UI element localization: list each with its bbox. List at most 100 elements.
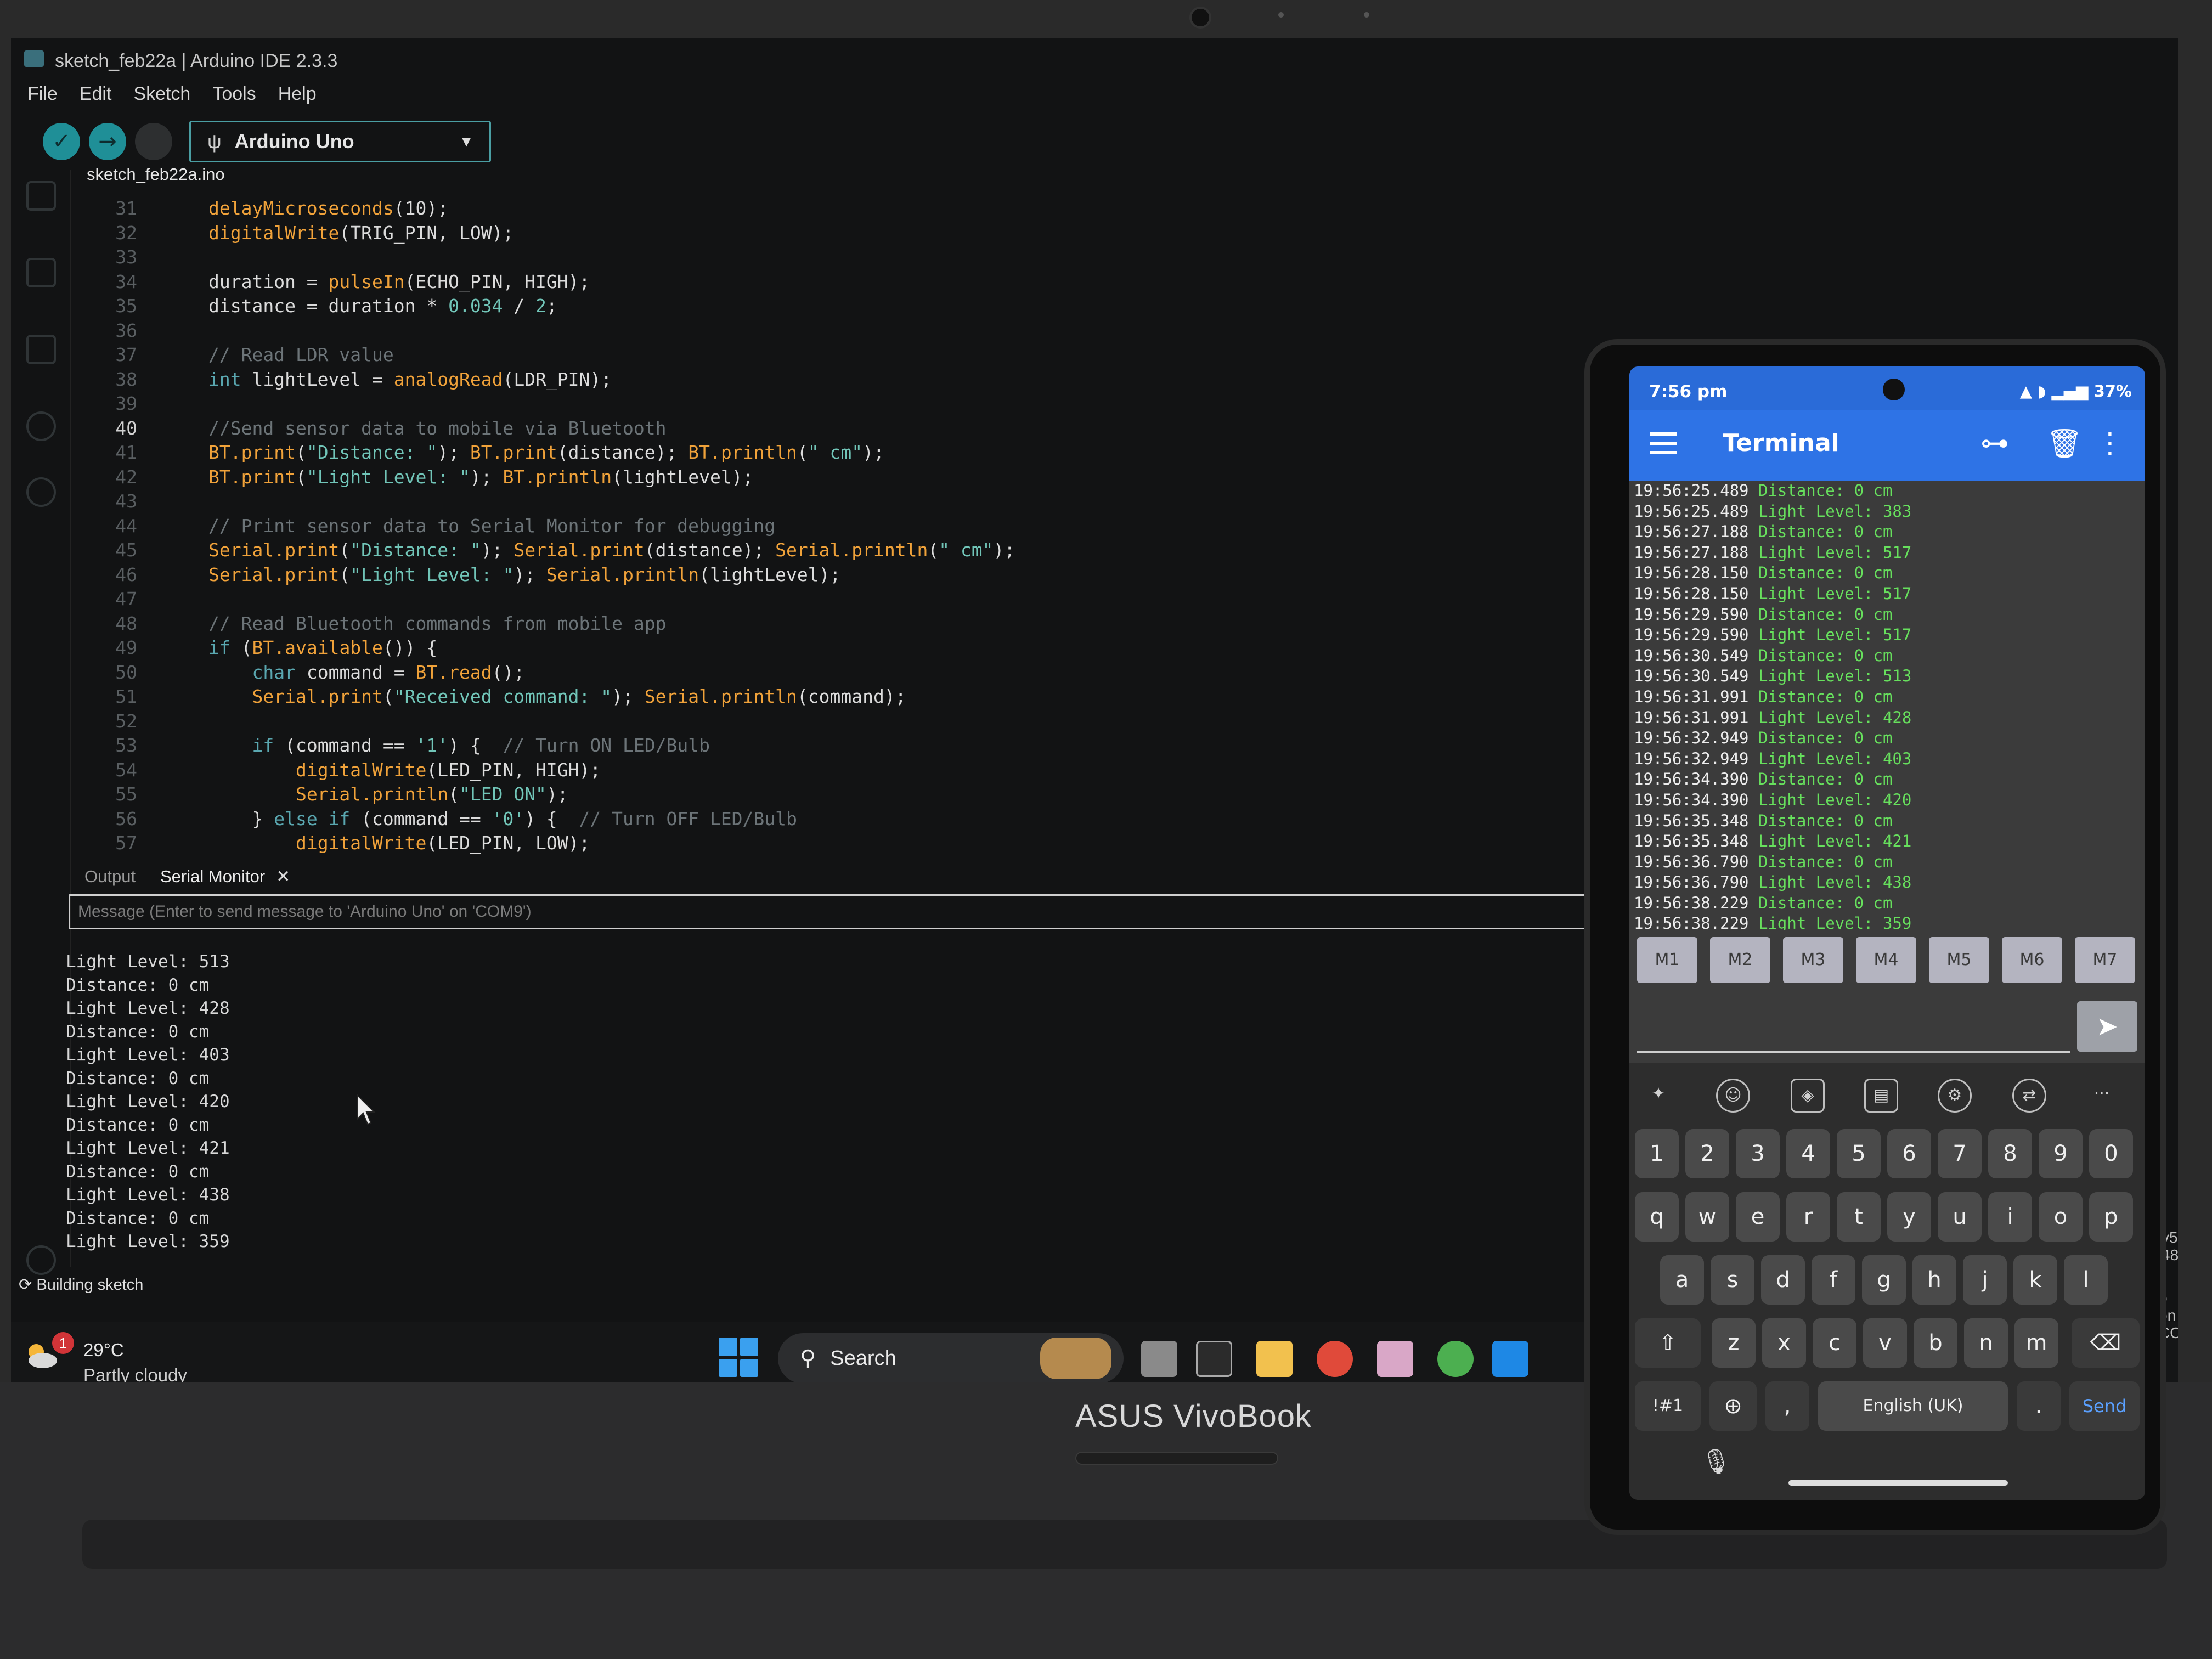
microphone-icon[interactable]: 🎙 [1701, 1447, 1731, 1476]
symbols-key[interactable]: !#1 [1635, 1381, 1701, 1431]
comma-key[interactable]: , [1765, 1381, 1809, 1431]
key-j[interactable]: j [1963, 1255, 2007, 1305]
shift-key[interactable]: ⇧ [1635, 1318, 1701, 1368]
debug-icon[interactable] [26, 411, 56, 441]
menu-item-file[interactable]: File [27, 83, 58, 116]
key-z[interactable]: z [1712, 1318, 1756, 1368]
terminal-line: 19:56:25.489 Distance: 0 cm [1634, 481, 2128, 501]
trash-icon[interactable]: 🗑 [2046, 427, 2083, 460]
key-r[interactable]: r [1786, 1192, 1830, 1242]
verify-button[interactable]: ✓ [43, 123, 80, 160]
task-view-icon[interactable] [1141, 1341, 1177, 1377]
menu-item-help[interactable]: Help [278, 83, 317, 116]
tab-serial-monitor[interactable]: Serial Monitor ✕ [160, 867, 290, 887]
key-v[interactable]: v [1863, 1318, 1907, 1368]
backspace-key[interactable]: ⌫ [2072, 1318, 2140, 1368]
key-x[interactable]: x [1762, 1318, 1806, 1368]
boards-manager-icon[interactable] [26, 258, 56, 287]
send-key[interactable]: Send [2069, 1381, 2140, 1431]
more-vert-icon[interactable]: ⋮ [2096, 427, 2124, 460]
key-8[interactable]: 8 [1988, 1129, 2032, 1178]
macro-button-m7[interactable]: M7 [2075, 937, 2135, 983]
key-6[interactable]: 6 [1887, 1129, 1931, 1178]
key-5[interactable]: 5 [1837, 1129, 1881, 1178]
search-icon[interactable] [26, 477, 56, 507]
menu-item-tools[interactable]: Tools [212, 83, 256, 116]
menu-item-edit[interactable]: Edit [80, 83, 112, 116]
send-input[interactable] [1637, 1051, 2070, 1053]
folder-icon[interactable] [26, 181, 56, 211]
gesture-bar[interactable] [1788, 1480, 2008, 1486]
macro-button-m5[interactable]: M5 [1929, 937, 1989, 983]
serial-message-input[interactable]: Message (Enter to send message to 'Ardui… [69, 894, 1594, 929]
menu-icon[interactable] [1650, 432, 1677, 454]
key-e[interactable]: e [1736, 1192, 1780, 1242]
sticker-icon[interactable]: ◈ [1791, 1079, 1825, 1113]
terminal-app-icon[interactable] [1196, 1341, 1232, 1377]
vscode-icon[interactable] [1492, 1341, 1528, 1377]
taskbar-search[interactable]: ⚲ Search [778, 1333, 1124, 1384]
key-w[interactable]: w [1685, 1192, 1729, 1242]
key-c[interactable]: c [1813, 1318, 1857, 1368]
key-m[interactable]: m [2015, 1318, 2058, 1368]
macro-button-m3[interactable]: M3 [1783, 937, 1843, 983]
key-p[interactable]: p [2089, 1192, 2133, 1242]
key-h[interactable]: h [1912, 1255, 1956, 1305]
period-key[interactable]: . [2017, 1381, 2061, 1431]
key-i[interactable]: i [1988, 1192, 2032, 1242]
key-t[interactable]: t [1837, 1192, 1881, 1242]
more-horiz-icon[interactable]: ··· [2085, 1079, 2119, 1113]
translate-icon[interactable]: ⇄ [2012, 1079, 2046, 1113]
connect-icon[interactable]: ⊶ [1980, 427, 2009, 460]
space-key[interactable]: English (UK) [1818, 1381, 2008, 1431]
key-q[interactable]: q [1635, 1192, 1679, 1242]
upload-button[interactable]: → [89, 123, 126, 160]
send-arrow-button[interactable]: ➤ [2077, 1001, 2137, 1052]
file-explorer-icon[interactable] [1256, 1341, 1293, 1377]
chrome-icon[interactable] [1317, 1341, 1353, 1377]
file-tab[interactable]: sketch_feb22a.ino [87, 165, 225, 184]
key-4[interactable]: 4 [1786, 1129, 1830, 1178]
key-b[interactable]: b [1914, 1318, 1957, 1368]
key-u[interactable]: u [1938, 1192, 1982, 1242]
key-1[interactable]: 1 [1635, 1129, 1679, 1178]
key-d[interactable]: d [1761, 1255, 1805, 1305]
library-manager-icon[interactable] [26, 335, 56, 364]
macro-button-m2[interactable]: M2 [1710, 937, 1770, 983]
key-n[interactable]: n [1964, 1318, 2008, 1368]
terminal-message: Distance: 0 cm [1758, 852, 1893, 871]
board-selector[interactable]: ψ Arduino Uno ▼ [189, 121, 491, 162]
key-7[interactable]: 7 [1938, 1129, 1982, 1178]
clipboard-icon[interactable]: ▤ [1864, 1079, 1898, 1113]
close-icon[interactable]: ✕ [276, 867, 290, 886]
macro-button-m4[interactable]: M4 [1856, 937, 1916, 983]
key-y[interactable]: y [1887, 1192, 1931, 1242]
emoji-icon[interactable]: ☺ [1716, 1079, 1750, 1113]
key-9[interactable]: 9 [2039, 1129, 2083, 1178]
tab-output[interactable]: Output [84, 867, 136, 887]
account-icon[interactable] [26, 1245, 56, 1275]
menu-item-sketch[interactable]: Sketch [133, 83, 190, 116]
chrome-profile-icon[interactable] [1437, 1341, 1474, 1377]
window-title: sketch_feb22a | Arduino IDE 2.3.3 [55, 50, 338, 71]
language-key[interactable]: ⊕ [1709, 1381, 1757, 1431]
start-button[interactable] [719, 1338, 758, 1377]
key-g[interactable]: g [1862, 1255, 1906, 1305]
terminal-timestamp: 19:56:25.489 [1634, 501, 1749, 521]
snipping-tool-icon[interactable] [1377, 1341, 1413, 1377]
key-s[interactable]: s [1711, 1255, 1754, 1305]
macro-button-m1[interactable]: M1 [1637, 937, 1697, 983]
key-a[interactable]: a [1660, 1255, 1704, 1305]
settings-icon[interactable]: ⚙ [1938, 1079, 1972, 1113]
keyboard-apps-icon[interactable]: ✦ [1641, 1079, 1675, 1113]
debug-button[interactable] [135, 123, 172, 160]
key-0[interactable]: 0 [2089, 1129, 2133, 1178]
key-o[interactable]: o [2039, 1192, 2083, 1242]
key-k[interactable]: k [2013, 1255, 2057, 1305]
code-editor[interactable]: 31 delayMicroseconds(10); 32 digitalWrite(T… [71, 198, 1662, 889]
key-l[interactable]: l [2064, 1255, 2108, 1305]
key-3[interactable]: 3 [1736, 1129, 1780, 1178]
key-2[interactable]: 2 [1685, 1129, 1729, 1178]
key-f[interactable]: f [1812, 1255, 1855, 1305]
macro-button-m6[interactable]: M6 [2002, 937, 2062, 983]
